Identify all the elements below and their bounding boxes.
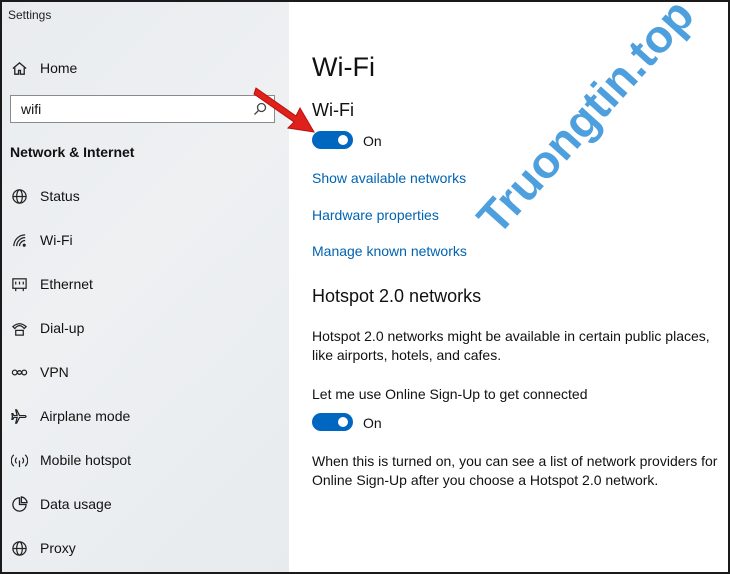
sidebar-item-label: Home bbox=[40, 60, 78, 76]
sidebar-item-data-usage[interactable]: Data usage bbox=[2, 484, 289, 524]
sidebar: Settings Home Network & Internet bbox=[2, 2, 289, 572]
vpn-icon bbox=[10, 363, 28, 381]
manage-known-networks-link[interactable]: Manage known networks bbox=[312, 243, 467, 259]
online-signup-toggle[interactable] bbox=[312, 413, 353, 431]
sidebar-item-ethernet[interactable]: Ethernet bbox=[2, 264, 289, 304]
sidebar-section-title: Network & Internet bbox=[10, 144, 135, 160]
hardware-properties-link[interactable]: Hardware properties bbox=[312, 207, 439, 223]
wifi-toggle[interactable] bbox=[312, 131, 353, 149]
sidebar-item-label: Wi-Fi bbox=[40, 232, 73, 248]
sidebar-item-home[interactable]: Home bbox=[2, 48, 289, 88]
wifi-section-title: Wi-Fi bbox=[312, 100, 354, 120]
dial-up-icon bbox=[10, 319, 28, 337]
online-signup-toggle-state: On bbox=[363, 415, 382, 431]
sidebar-item-label: Data usage bbox=[40, 496, 112, 512]
globe-icon bbox=[10, 539, 28, 557]
online-signup-note: When this is turned on, you can see a li… bbox=[312, 453, 718, 488]
sidebar-item-airplane-mode[interactable]: Airplane mode bbox=[2, 396, 289, 436]
online-signup-label: Let me use Online Sign-Up to get connect… bbox=[312, 386, 588, 402]
sidebar-item-status[interactable]: Status bbox=[2, 176, 289, 216]
data-usage-icon bbox=[10, 495, 28, 513]
sidebar-item-label: VPN bbox=[40, 364, 69, 380]
sidebar-item-label: Mobile hotspot bbox=[40, 452, 132, 468]
wifi-toggle-state: On bbox=[363, 133, 382, 149]
settings-window: Settings Home Network & Internet bbox=[0, 0, 730, 574]
hotspot-description: Hotspot 2.0 networks might be available … bbox=[312, 328, 710, 363]
home-icon bbox=[10, 59, 28, 77]
wifi-icon bbox=[10, 231, 28, 249]
page-title: Wi-Fi bbox=[312, 52, 375, 82]
search-box[interactable] bbox=[10, 95, 275, 123]
sidebar-item-vpn[interactable]: VPN bbox=[2, 352, 289, 392]
toggle-knob bbox=[338, 417, 348, 427]
airplane-icon bbox=[10, 407, 28, 425]
main-content: Wi-Fi Wi-Fi On Show available networks H… bbox=[289, 2, 728, 572]
sidebar-item-label: Proxy bbox=[40, 540, 76, 556]
sidebar-item-label: Airplane mode bbox=[40, 408, 131, 424]
ethernet-icon bbox=[10, 275, 28, 293]
sidebar-item-wifi[interactable]: Wi-Fi bbox=[2, 220, 289, 260]
window-title: Settings bbox=[8, 8, 52, 22]
globe-icon bbox=[10, 187, 28, 205]
search-input[interactable] bbox=[11, 96, 251, 122]
sidebar-item-dial-up[interactable]: Dial-up bbox=[2, 308, 289, 348]
hotspot-section-title: Hotspot 2.0 networks bbox=[312, 286, 482, 306]
sidebar-item-label: Status bbox=[40, 188, 80, 204]
hotspot-icon bbox=[10, 451, 28, 469]
sidebar-item-proxy[interactable]: Proxy bbox=[2, 528, 289, 568]
search-icon[interactable] bbox=[253, 102, 267, 116]
sidebar-item-label: Dial-up bbox=[40, 320, 85, 336]
sidebar-item-label: Ethernet bbox=[40, 276, 93, 292]
sidebar-item-mobile-hotspot[interactable]: Mobile hotspot bbox=[2, 440, 289, 480]
toggle-knob bbox=[338, 135, 348, 145]
show-available-networks-link[interactable]: Show available networks bbox=[312, 170, 466, 186]
